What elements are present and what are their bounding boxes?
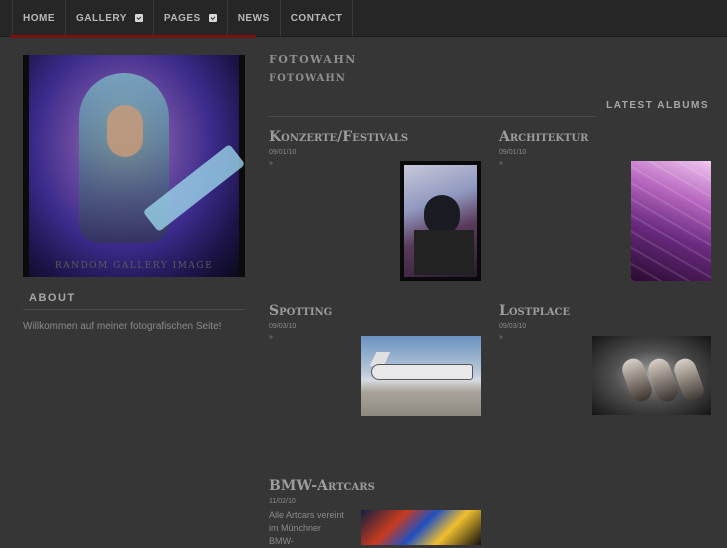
photo-detail [371,364,473,380]
about-text: Willkommen auf meiner fotografischen Sei… [23,321,222,332]
album-thumbnail[interactable] [361,510,481,545]
latest-albums-heading: LATEST ALBUMS [606,100,709,111]
thumbnail-photo [404,165,477,277]
chevron-down-icon[interactable] [208,14,217,22]
nav-item-label: HOME [23,12,55,24]
divider [23,309,245,310]
photo-detail [631,161,711,281]
album-date: 09/01/10 [269,149,297,156]
featured-caption: RANDOM GALLERY IMAGE [54,261,214,271]
nav-item-home[interactable]: HOME [12,0,66,36]
top-nav: HOME GALLERY PAGES NEWS CONTACT [0,0,727,37]
about-heading: ABOUT [29,292,76,304]
nav-item-label: NEWS [237,12,270,24]
random-gallery-image[interactable]: RANDOM GALLERY IMAGE [23,55,245,277]
nav-active-indicator [10,35,256,38]
album-thumbnail[interactable] [592,336,711,415]
photo-detail [671,355,707,405]
album-date: 11/02/10 [269,498,296,505]
album-description: Alle Artcars vereint im Münchner BMW- [269,510,345,546]
album-title[interactable]: Konzerte/Festivals [269,129,481,145]
nav-item-contact[interactable]: CONTACT [281,0,354,36]
nav-item-label: CONTACT [290,12,343,24]
divider [269,116,596,117]
album-thumbnail[interactable] [361,336,481,416]
site-title[interactable]: FOTOWAHN [269,53,357,66]
album-title[interactable]: Lostplace [499,303,711,319]
photo-detail [424,195,460,235]
album-thumbnail[interactable] [631,161,711,281]
nav-item-news[interactable]: NEWS [228,0,281,36]
photo-detail [414,230,474,275]
featured-photo [29,55,245,277]
album-date: 09/01/10 [499,149,527,156]
album-date: 09/03/10 [269,323,297,330]
chevron-down-icon[interactable] [134,14,143,22]
album-date: 09/03/10 [499,323,527,330]
album-title[interactable]: Spotting [269,303,481,319]
album-title[interactable]: BMW-Artcars [269,478,481,494]
album-title[interactable]: Architektur [499,129,711,145]
nav-item-gallery[interactable]: GALLERY [66,0,154,36]
nav-item-pages[interactable]: PAGES [154,0,228,36]
nav-item-label: PAGES [163,12,201,24]
album-thumbnail[interactable] [400,161,481,281]
photo-detail [107,105,143,157]
nav-item-label: GALLERY [76,12,127,24]
site-subtitle: FOTOWAHN [269,73,346,84]
